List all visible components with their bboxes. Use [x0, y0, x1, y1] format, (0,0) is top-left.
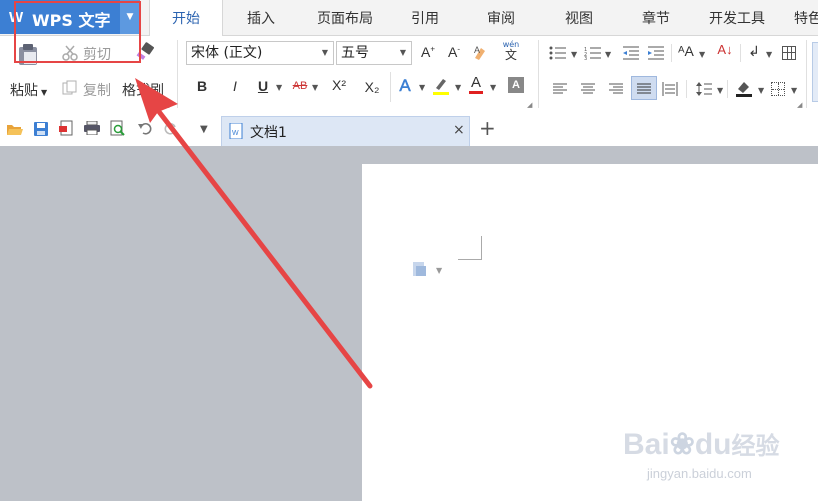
watermark-brand-mid: du	[694, 428, 732, 461]
baidu-watermark: Bai❀du经验 jingyan.baidu.com	[623, 428, 780, 481]
watermark-brand: Bai	[623, 428, 670, 461]
watermark-url: jingyan.baidu.com	[647, 466, 752, 481]
watermark-brand-cn: 经验	[731, 433, 780, 460]
